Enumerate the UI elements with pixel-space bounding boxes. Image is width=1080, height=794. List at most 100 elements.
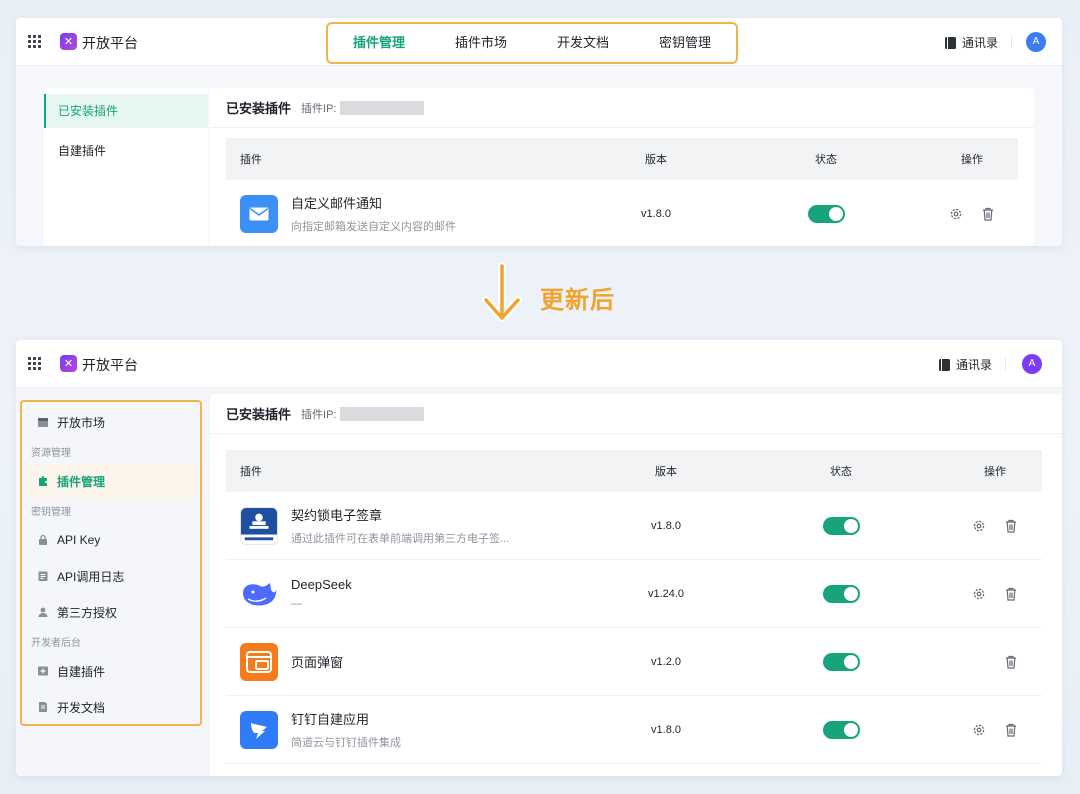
sidebar-item-label: 自建插件 [57, 664, 106, 679]
trash-icon[interactable] [1003, 654, 1019, 670]
col-plugin: 插件 [240, 466, 262, 478]
contacts-button[interactable]: 通讯录 [938, 356, 992, 373]
col-ops: 操作 [984, 466, 1006, 478]
plugin-name: 页面弹窗 [291, 655, 344, 670]
gear-icon[interactable] [971, 518, 987, 534]
tab-key-management[interactable]: 密钥管理 [634, 24, 736, 62]
sidebar-item-plugin-management[interactable]: 插件管理 [25, 464, 197, 498]
brand-title: 开放平台 [82, 357, 138, 373]
plugin-version: v1.8.0 [651, 723, 681, 736]
section-title: 已安装插件 [226, 407, 292, 422]
table-row: 契约锁电子签章 通过此插件可在表单前端调用第三方电子签... v1.8.0 [226, 492, 1042, 560]
content-area: 开放市场 资源管理 插件管理 密钥管理 API Key API调用日志 第三方授… [16, 388, 1062, 776]
gear-icon[interactable] [971, 722, 987, 738]
plugin-desc: — [291, 598, 302, 610]
sidebar-item-custom-plugins[interactable]: 自建插件 [25, 654, 197, 688]
status-toggle[interactable] [822, 516, 860, 535]
sidebar-group-title: 开发者后台 [31, 638, 81, 649]
update-label: 更新后 [540, 287, 615, 314]
popup-icon [240, 642, 278, 681]
section-title: 已安装插件 [226, 101, 292, 116]
col-plugin: 插件 [240, 154, 262, 166]
content-area: 已安装插件 自建插件 已安装插件 插件IP: 插件 版本 状态 操作 自定义邮件… [16, 66, 1062, 246]
table-header: 插件 版本 状态 操作 [226, 450, 1042, 492]
top-tabs-highlight: 插件管理 插件市场 开发文档 密钥管理 [326, 22, 738, 68]
sidebar-group-title: 资源管理 [31, 448, 71, 459]
tab-plugin-market[interactable]: 插件市场 [430, 24, 532, 62]
sidebar-item-label: API Key [57, 533, 101, 547]
plugin-name: DeepSeek [291, 577, 352, 592]
trash-icon[interactable] [1003, 518, 1019, 534]
plugin-table: 插件 版本 状态 操作 契约锁电子签章 通过此插件可在表单前端调用第三方电子签.… [226, 450, 1042, 764]
tab-dev-docs[interactable]: 开发文档 [532, 24, 634, 62]
brand-title: 开放平台 [82, 35, 138, 51]
sidebar-highlight: 开放市场 资源管理 插件管理 密钥管理 API Key API调用日志 第三方授… [20, 400, 202, 726]
status-toggle[interactable] [807, 204, 845, 223]
sidebar: 已安装插件 自建插件 [44, 88, 208, 246]
lock-icon [37, 534, 49, 546]
col-ops: 操作 [961, 154, 983, 166]
down-arrow-icon [482, 262, 522, 322]
plugin-name: 钉钉自建应用 [291, 712, 370, 727]
sidebar-item-label: 开放市场 [57, 415, 106, 430]
sidebar-group-title: 密钥管理 [31, 507, 71, 518]
table-row: DeepSeek — v1.24.0 [226, 560, 1042, 628]
gear-icon[interactable] [971, 586, 987, 602]
sidebar-item-api-log[interactable]: API调用日志 [25, 559, 197, 593]
platform-logo-icon: ✕ [60, 355, 77, 372]
plugin-ip-redacted [340, 406, 425, 421]
log-icon [37, 570, 49, 582]
trash-icon[interactable] [980, 206, 996, 222]
tab-plugin-management[interactable]: 插件管理 [328, 24, 430, 68]
store-icon [37, 416, 49, 428]
status-toggle[interactable] [822, 720, 860, 739]
app-grid-icon[interactable] [28, 357, 41, 370]
plugin-ip-label: 插件IP: [301, 102, 337, 115]
sidebar-item-label: API调用日志 [57, 569, 125, 584]
after-screenshot-panel: ✕ 开放平台 通讯录 A 开放市场 资源管理 插件管理 密钥管理 API Key [16, 340, 1062, 776]
contacts-book-icon [944, 36, 956, 49]
section-header: 已安装插件 插件IP: [210, 394, 1062, 434]
user-icon [37, 606, 49, 618]
add-box-icon [37, 665, 49, 677]
app-grid-icon[interactable] [28, 35, 41, 48]
platform-logo-icon: ✕ [60, 33, 77, 50]
mail-icon [240, 194, 278, 233]
table-row: 页面弹窗 v1.2.0 [226, 628, 1042, 696]
sidebar-item-dev-docs[interactable]: 开发文档 [25, 690, 197, 724]
status-toggle[interactable] [822, 584, 860, 603]
sidebar-item-open-market[interactable]: 开放市场 [25, 405, 197, 439]
section-header: 已安装插件 插件IP: [210, 88, 1034, 128]
plugin-version: v1.8.0 [641, 207, 671, 220]
contacts-label: 通讯录 [955, 358, 992, 372]
col-version: 版本 [655, 466, 677, 478]
contacts-button[interactable]: 通讯录 [944, 34, 998, 51]
gear-icon[interactable] [948, 206, 964, 222]
sidebar-item-label: 开发文档 [57, 700, 106, 715]
plugin-version: v1.8.0 [651, 519, 681, 532]
sidebar-item-api-key[interactable]: API Key [25, 523, 197, 557]
main-panel: 已安装插件 插件IP: 插件 版本 状态 操作 [210, 394, 1062, 776]
plugin-desc: 向指定邮箱发送自定义内容的邮件 [291, 221, 456, 233]
trash-icon[interactable] [1003, 722, 1019, 738]
sidebar-item-custom-plugins[interactable]: 自建插件 [44, 134, 208, 168]
table-row: 钉钉自建应用 简道云与钉钉插件集成 v1.8.0 [226, 696, 1042, 764]
top-navbar: ✕ 开放平台 插件管理 插件市场 开发文档 密钥管理 通讯录 A [16, 18, 1062, 68]
plugin-name: 自定义邮件通知 [291, 196, 383, 211]
trash-icon[interactable] [1003, 586, 1019, 602]
contacts-book-icon [938, 358, 950, 371]
divider [1005, 358, 1006, 370]
before-screenshot-panel: ✕ 开放平台 插件管理 插件市场 开发文档 密钥管理 通讯录 A 已安装插件 自… [16, 18, 1062, 246]
plugin-ip-label: 插件IP: [301, 408, 337, 421]
sidebar-item-third-party-auth[interactable]: 第三方授权 [25, 595, 197, 629]
sidebar-item-installed[interactable]: 已安装插件 [44, 94, 208, 128]
sidebar-item-label: 插件管理 [57, 474, 106, 489]
avatar[interactable]: A [1026, 32, 1046, 52]
status-toggle[interactable] [822, 652, 860, 671]
plugin-desc: 通过此插件可在表单前端调用第三方电子签... [291, 533, 510, 545]
avatar[interactable]: A [1022, 354, 1042, 374]
plugin-name: 契约锁电子签章 [291, 508, 383, 523]
seal-icon [240, 506, 278, 545]
update-arrow: 更新后 [478, 262, 638, 326]
table-header: 插件 版本 状态 操作 [226, 138, 1018, 180]
